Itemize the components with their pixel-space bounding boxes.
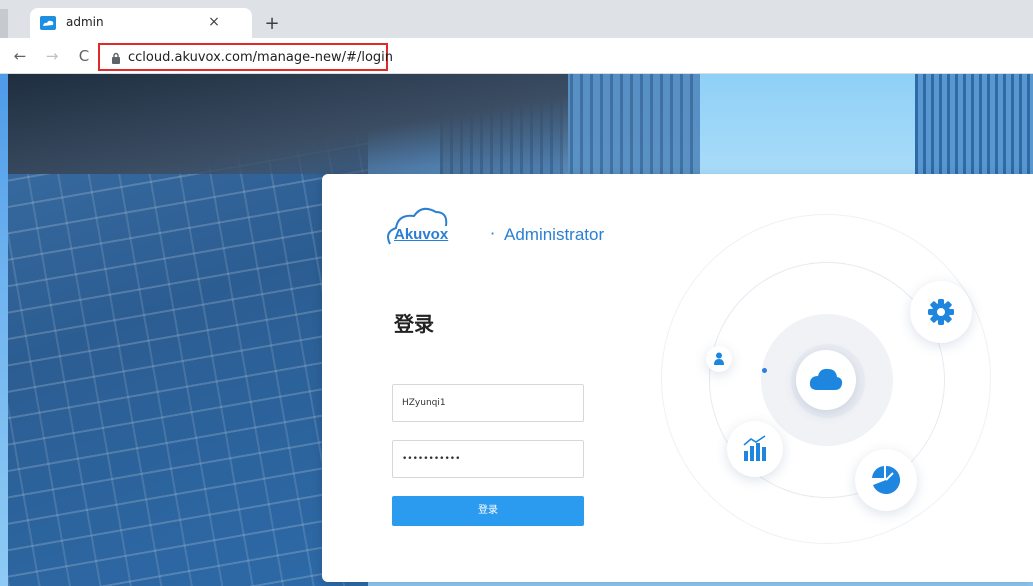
login-button[interactable]: 登录 — [392, 496, 584, 526]
pie-bubble — [855, 449, 917, 511]
chart-bubble — [727, 421, 783, 477]
browser-tab-admin[interactable]: admin × — [30, 8, 252, 38]
browser-toolbar: ← → C ccloud.akuvox.com/manage-new/#/log… — [0, 38, 1033, 74]
address-bar[interactable]: ccloud.akuvox.com/manage-new/#/login — [98, 43, 393, 71]
reload-button[interactable]: C — [74, 46, 94, 66]
user-icon — [714, 352, 724, 365]
password-input[interactable] — [393, 441, 583, 477]
akuvox-logo: Akuvox · Administrator — [384, 202, 624, 246]
logo-separator: · — [490, 224, 496, 243]
login-page: Akuvox · Administrator 登录 登录 — [0, 74, 1033, 586]
logo-product-text: Administrator — [504, 225, 605, 244]
username-input[interactable] — [393, 385, 583, 421]
cloud-illustration — [651, 174, 1033, 582]
tab-close-icon[interactable]: × — [204, 12, 224, 32]
logo-brand-text: Akuvox — [394, 226, 449, 243]
tab-title: admin — [66, 15, 104, 29]
background-building-top — [8, 74, 568, 174]
chart-icon — [743, 435, 766, 461]
cloud-bubble — [796, 350, 856, 410]
forward-button[interactable]: → — [42, 46, 62, 66]
password-field[interactable] — [392, 440, 584, 478]
login-card: Akuvox · Administrator 登录 登录 — [322, 174, 1033, 582]
lock-icon — [112, 52, 120, 64]
background-building-right — [915, 74, 1033, 174]
pie-chart-icon — [872, 465, 901, 494]
back-button[interactable]: ← — [10, 46, 30, 66]
orbit-dot — [762, 368, 767, 373]
gear-bubble — [910, 281, 972, 343]
username-field[interactable] — [392, 384, 584, 422]
user-bubble — [706, 346, 732, 372]
cloud-icon — [809, 368, 843, 390]
tabstrip-edge — [0, 9, 8, 38]
new-tab-button[interactable]: + — [262, 14, 282, 34]
favicon-icon — [40, 16, 56, 30]
gear-icon — [928, 299, 954, 325]
login-title: 登录 — [394, 312, 434, 336]
browser-tabstrip: admin × + — [0, 0, 1033, 38]
url-text: ccloud.akuvox.com/manage-new/#/login — [128, 50, 394, 65]
